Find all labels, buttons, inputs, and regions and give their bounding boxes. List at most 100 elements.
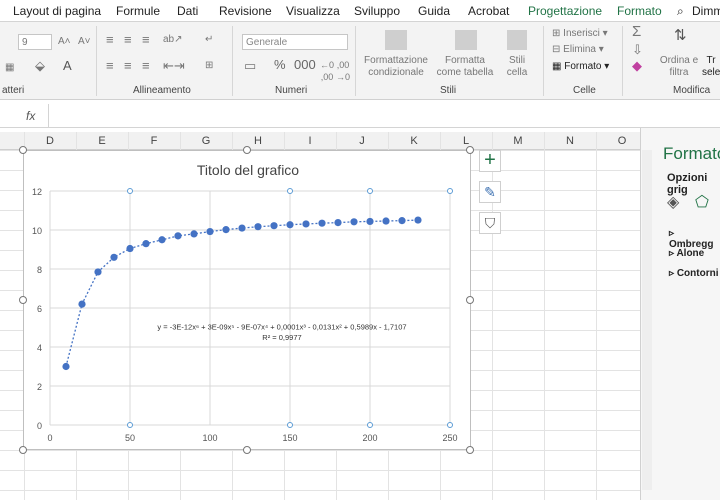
- pane-item-edges[interactable]: ▹ Contorni: [669, 268, 718, 279]
- orientation-icon[interactable]: ab↗: [163, 34, 183, 46]
- number-format-select[interactable]: Generale: [242, 34, 348, 50]
- tab-chart-design[interactable]: Progettazione: [528, 4, 602, 18]
- data-point: [350, 218, 358, 226]
- column-header-k[interactable]: K: [404, 135, 424, 147]
- plot-area-handle: [127, 188, 133, 194]
- tab-acrobat[interactable]: Acrobat: [468, 4, 509, 18]
- fill-line-icon[interactable]: ◈: [667, 192, 679, 212]
- grow-font-icon[interactable]: A˄: [58, 36, 71, 48]
- y-tick-label: 4: [37, 343, 42, 353]
- tab-developer[interactable]: Sviluppo: [354, 4, 400, 18]
- column-header-o[interactable]: O: [612, 135, 632, 147]
- column-header-i[interactable]: I: [300, 135, 320, 147]
- resize-handle[interactable]: [466, 146, 474, 154]
- pane-item-label: Alone: [676, 248, 705, 259]
- align-center-icon[interactable]: ≡: [124, 59, 132, 72]
- x-tick-label: 100: [202, 433, 217, 443]
- decrease-decimal-icon[interactable]: ,00 →0: [336, 59, 350, 83]
- x-tick-label: 0: [47, 433, 52, 443]
- column-header-l[interactable]: L: [456, 135, 476, 147]
- increase-decimal-icon[interactable]: ←0,00: [320, 59, 334, 83]
- insert-button[interactable]: ⊞ Inserisci ▾: [552, 28, 608, 40]
- column-header-h[interactable]: H: [248, 135, 268, 147]
- data-point: [238, 224, 246, 232]
- separator: [543, 26, 544, 96]
- conditional-format-button[interactable]: Formattazione condizionale: [364, 55, 428, 79]
- vertical-scrollbar[interactable]: [642, 150, 652, 490]
- ribbon-tab-bar: Layout di pagina Formule Dati Revisione …: [0, 0, 720, 22]
- delete-button[interactable]: ⊟ Elimina ▾: [552, 44, 604, 56]
- effects-icon[interactable]: ⬠: [695, 192, 709, 212]
- plot-area-handle: [447, 422, 453, 428]
- y-tick-label: 2: [37, 382, 42, 392]
- pane-item-shadow[interactable]: ▹ Ombregg: [669, 228, 720, 250]
- data-point: [318, 219, 326, 227]
- tab-data[interactable]: Dati: [177, 4, 198, 18]
- align-left-icon[interactable]: ≡: [106, 59, 114, 72]
- fill-color-icon[interactable]: ⬙: [35, 59, 45, 72]
- chart-styles-button[interactable]: ✎: [479, 181, 501, 203]
- font-size-box[interactable]: 9: [18, 34, 52, 50]
- data-point: [206, 227, 214, 236]
- brush-icon: ✎: [484, 184, 496, 200]
- find-select-button[interactable]: Tr sele: [702, 55, 720, 79]
- plot-area-handle: [287, 422, 293, 428]
- chart-elements-button[interactable]: +: [479, 150, 501, 172]
- percent-icon[interactable]: %: [274, 58, 286, 71]
- column-header-d[interactable]: D: [40, 135, 60, 147]
- scatter-chart[interactable]: Titolo del grafico 0 2 4 6 8 10 12 0 50 100 150 200 2…: [24, 151, 472, 451]
- data-point: [174, 232, 182, 240]
- tab-page-layout[interactable]: Layout di pagina: [13, 4, 101, 18]
- column-header-f[interactable]: F: [144, 135, 164, 147]
- indent-icon[interactable]: ⇤⇥: [163, 59, 185, 72]
- tell-me-input[interactable]: Dimm: [692, 4, 720, 18]
- autosum-icon[interactable]: Σ: [632, 24, 641, 39]
- column-gridline: [544, 132, 545, 500]
- tab-chart-format[interactable]: Formato: [617, 4, 662, 18]
- align-bottom-icon[interactable]: ≡: [142, 33, 150, 46]
- comma-icon[interactable]: 000: [294, 58, 316, 71]
- sort-filter-button[interactable]: Ordina e filtra: [657, 55, 701, 79]
- clear-icon[interactable]: ◆: [632, 59, 642, 72]
- group-editing-label: Modifica: [673, 85, 711, 96]
- align-right-icon[interactable]: ≡: [142, 59, 150, 72]
- filter-icon: ⛉: [484, 215, 496, 231]
- resize-handle[interactable]: [466, 296, 474, 304]
- resize-handle[interactable]: [19, 146, 27, 154]
- align-top-icon[interactable]: ≡: [106, 33, 114, 46]
- pane-item-glow[interactable]: ▹ Alone: [669, 248, 704, 259]
- search-icon[interactable]: ⌕: [677, 4, 684, 19]
- wrap-text-icon[interactable]: ↵: [205, 34, 213, 46]
- cell-styles-button[interactable]: Stili cella: [502, 55, 532, 79]
- chart-area[interactable]: Titolo del grafico 0 2 4 6 8 10 12 0 50 100 150 200 2…: [23, 150, 471, 450]
- resize-handle[interactable]: [243, 146, 251, 154]
- align-middle-icon[interactable]: ≡: [124, 33, 132, 46]
- resize-handle[interactable]: [19, 446, 27, 454]
- shrink-font-icon[interactable]: A˅: [78, 36, 91, 48]
- tab-help[interactable]: Guida: [418, 4, 450, 18]
- chart-filters-button[interactable]: ⛉: [479, 212, 501, 234]
- format-table-button[interactable]: Formatta come tabella: [432, 55, 498, 79]
- data-point: [286, 221, 294, 229]
- column-header-g[interactable]: G: [196, 135, 216, 147]
- format-button[interactable]: ▦ Formato ▾: [552, 61, 609, 73]
- currency-icon[interactable]: ▭: [244, 59, 256, 72]
- borders-icon[interactable]: ▦: [5, 62, 14, 74]
- resize-handle[interactable]: [243, 446, 251, 454]
- column-header-j[interactable]: J: [352, 135, 372, 147]
- merge-icon[interactable]: ⊞: [205, 60, 213, 72]
- fx-icon[interactable]: fx: [26, 109, 35, 123]
- font-color-icon[interactable]: A: [63, 59, 72, 72]
- tab-review[interactable]: Revisione: [219, 4, 272, 18]
- conditional-format-icon: [385, 30, 407, 50]
- tab-formulas[interactable]: Formule: [116, 4, 160, 18]
- column-header-n[interactable]: N: [560, 135, 580, 147]
- column-header-e[interactable]: E: [92, 135, 112, 147]
- tab-view[interactable]: Visualizza: [286, 4, 340, 18]
- resize-handle[interactable]: [19, 296, 27, 304]
- resize-handle[interactable]: [466, 446, 474, 454]
- formula-input[interactable]: [48, 104, 720, 127]
- fill-icon[interactable]: ⇩: [632, 43, 643, 56]
- data-point: [142, 240, 150, 248]
- column-header-m[interactable]: M: [508, 135, 528, 147]
